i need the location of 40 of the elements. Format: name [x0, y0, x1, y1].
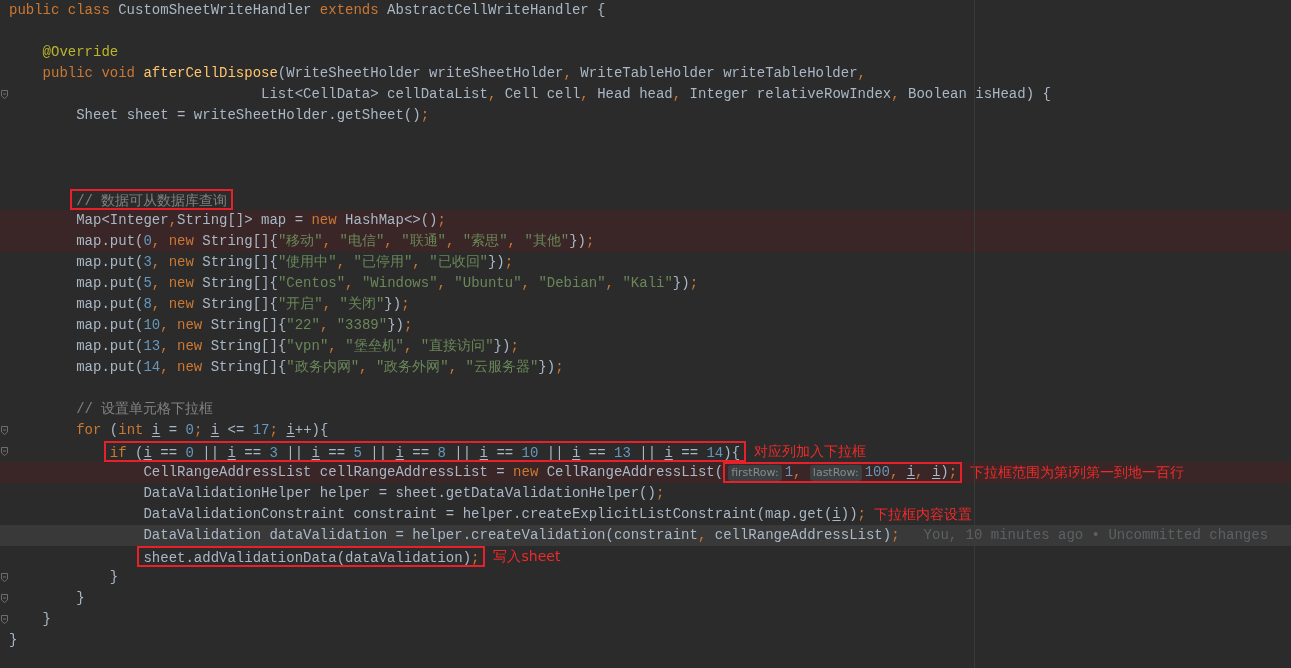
code-text: CellRangeAddressList cellRangeAddressList = new CellRangeAddressList( — [143, 463, 724, 482]
code-text: DataValidation dataValidation = helper.createValidation(constraint, cellRangeAddressList); — [143, 526, 900, 545]
fold-icon[interactable] — [1, 426, 8, 435]
annotation-note: 写入sheet — [493, 547, 561, 566]
code-text: public void afterCellDispose(WriteSheetHolder writeSheetHolder, WriteTableHolder writeTableHolder, — [42, 64, 866, 83]
fold-icon[interactable] — [1, 594, 8, 603]
code-text: map.put(8, new String[]{"开启", "关闭"}); — [76, 295, 410, 314]
code-text: map.put(3, new String[]{"使用中", "已停用", "已收回"}); — [76, 253, 514, 272]
code-text: // 数据可从数据库查询 — [76, 193, 228, 209]
code-text: map.put(13, new String[]{"vpn", "堡垒机", "直接访问"}); — [76, 337, 519, 356]
code-text: map.put(0, new String[]{"移动", "电信", "联通", "索思", "其他"}); — [76, 232, 595, 251]
fold-icon[interactable] — [1, 615, 8, 624]
code-text: map.put(5, new String[]{"Centos", "Windows", "Ubuntu", "Debian", "Kali"}); — [76, 274, 699, 293]
code-text: } — [42, 610, 51, 629]
code-text: sheet.addValidationData(dataValidation); — [143, 550, 480, 566]
code-text: Sheet sheet = writeSheetHolder.getSheet(); — [76, 106, 430, 125]
code-text: DataValidationHelper helper = sheet.getDataValidationHelper(); — [143, 484, 665, 503]
code-text: map.put(14, new String[]{"政务内网", "政务外网", "云服务器"}); — [76, 358, 564, 377]
code-text: 100, i, i); — [864, 463, 958, 482]
code-text: DataValidationConstraint constraint = helper.createExplicitListConstraint(map.get(i)); — [143, 505, 866, 524]
code-text: Map<Integer,String[]> map = new HashMap<>(); — [76, 211, 446, 230]
annotation-note: 下拉框范围为第i列第一到地一百行 — [970, 463, 1185, 482]
code-text: } — [109, 568, 119, 587]
code-text: // 设置单元格下拉框 — [76, 400, 214, 419]
annotation-note: 对应列加入下拉框 — [754, 442, 867, 461]
parameter-hint: lastRow: — [809, 464, 862, 481]
code-text: List<CellData> cellDataList, Cell cell, Head head, Integer relativeRowIndex, Boolean isHead) { — [261, 85, 1051, 104]
fold-icon[interactable] — [1, 90, 8, 99]
fold-icon[interactable] — [1, 447, 8, 456]
fold-icon[interactable] — [1, 573, 8, 582]
code-text: for (int i = 0; i <= 17; i++){ — [76, 421, 329, 440]
code-text: if (i == 0 || i == 3 || i == 5 || i == 8 || i == 10 || i == 13 || i == 14){ — [109, 445, 741, 461]
parameter-hint: firstRow: — [728, 464, 782, 481]
code-text: } — [76, 589, 85, 608]
code-text: map.put(10, new String[]{"22", "3389"}); — [76, 316, 413, 335]
code-text: @Override — [42, 43, 119, 62]
code-text: } — [9, 631, 18, 650]
code-text: 1, — [784, 463, 803, 482]
annotation-note: 下拉框内容设置 — [873, 505, 972, 524]
code-text: public class CustomSheetWriteHandler extends AbstractCellWriteHandler { — [9, 1, 606, 20]
